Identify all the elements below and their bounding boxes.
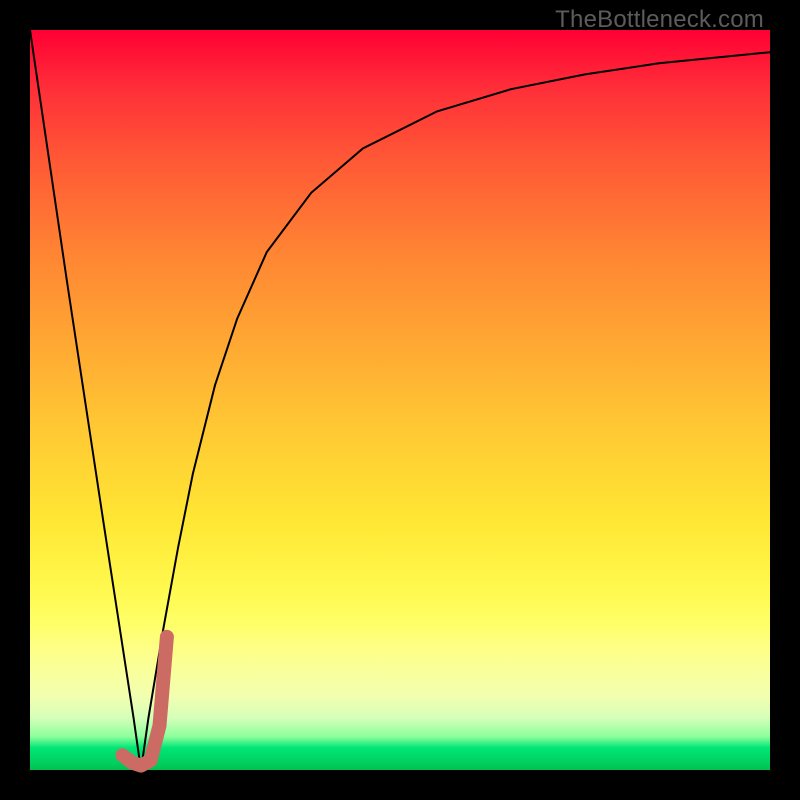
bottleneck-curve xyxy=(30,30,770,770)
chart-svg xyxy=(30,30,770,770)
chart-frame: TheBottleneck.com xyxy=(0,0,800,800)
plot-area xyxy=(30,30,770,770)
